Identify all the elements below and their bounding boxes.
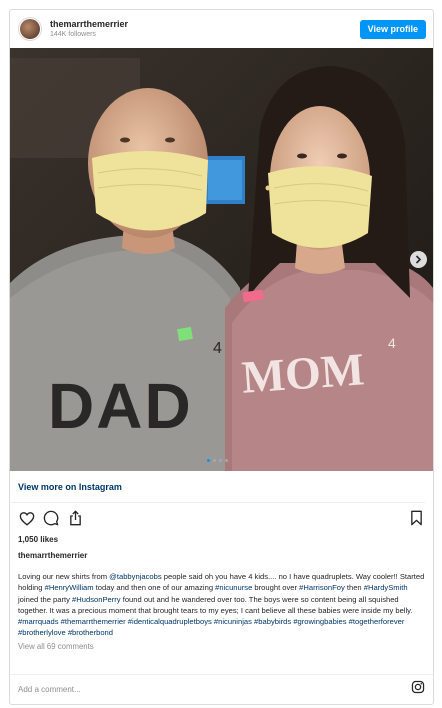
action-bar [10,503,433,533]
post-photo[interactable]: DAD 4 MOM 4 [10,48,433,471]
bookmark-icon[interactable] [407,509,425,527]
avatar[interactable] [18,17,42,41]
caption-tag-link[interactable]: #babybirds [254,617,291,626]
caption-tag-link[interactable]: #HenryWilliam [45,583,94,592]
shirt-text-mom-sup: 4 [388,335,396,351]
carousel-dot [219,459,222,462]
instagram-embed-card: themarrthemerrier 144K followers View pr… [9,9,434,705]
caption-tag-link[interactable]: #identicalquadrupletboys [128,617,212,626]
caption-tag-link[interactable]: #HardySmith [364,583,408,592]
view-more-on-instagram-link[interactable]: View more on Instagram [18,482,122,492]
add-comment-input[interactable]: Add a comment... [18,685,411,694]
add-comment-bar[interactable]: Add a comment... [10,674,433,704]
caption-tag-link[interactable]: @tabbynjacobs [109,572,161,581]
caption-tag-link[interactable]: #themarrthemerrier [61,617,126,626]
carousel-dot [213,459,216,462]
caption-tag-link[interactable]: #HarrisonFoy [299,583,345,592]
view-profile-button[interactable]: View profile [359,19,426,39]
caption-tag-link[interactable]: #togetherforever [349,617,405,626]
carousel-dots [10,459,425,462]
instagram-icon[interactable] [411,680,425,699]
heart-icon[interactable] [18,509,36,527]
caption-tag-link[interactable]: #growingbabies [293,617,346,626]
follower-count: 144K followers [50,30,96,38]
post-header: themarrthemerrier 144K followers View pr… [10,10,433,48]
caption-text: brought over [252,583,300,593]
caption-text: then [344,583,364,593]
share-icon[interactable] [66,509,84,527]
shirt-text-dad-sup: 4 [213,340,222,357]
comment-icon[interactable] [42,509,60,527]
chevron-right-icon [415,255,422,264]
carousel-dot [207,459,210,462]
caption-tag-link[interactable]: #brotherbond [68,628,113,637]
like-count[interactable]: 1,050 likes [10,533,433,546]
post-caption: Loving our new shirts from @tabbynjacobs… [10,571,433,639]
shirt-text-mom: MOM [240,343,366,402]
caption-tag-link[interactable]: #brotherlylove [18,628,66,637]
shirt-text-dad: DAD [48,370,193,442]
caption-tag-link[interactable]: #nicuninjas [214,617,252,626]
caption-text: joined the party [18,594,73,604]
view-all-comments-link[interactable]: View all 69 comments [10,642,433,651]
caption-tag-link[interactable]: #HudsonPerry [72,595,121,604]
carousel-dot [225,459,228,462]
caption-tag-link[interactable]: #nicunurse [215,583,252,592]
caption-username[interactable]: themarrthemerrier [10,551,433,560]
caption-text: Loving our new shirts from [18,572,110,581]
carousel-next-button[interactable] [410,251,427,268]
caption-text: today and then one of our amazing [93,583,216,593]
caption-tag-link[interactable]: #marrquads [18,617,59,626]
username-link[interactable]: themarrthemerrier [50,19,360,29]
